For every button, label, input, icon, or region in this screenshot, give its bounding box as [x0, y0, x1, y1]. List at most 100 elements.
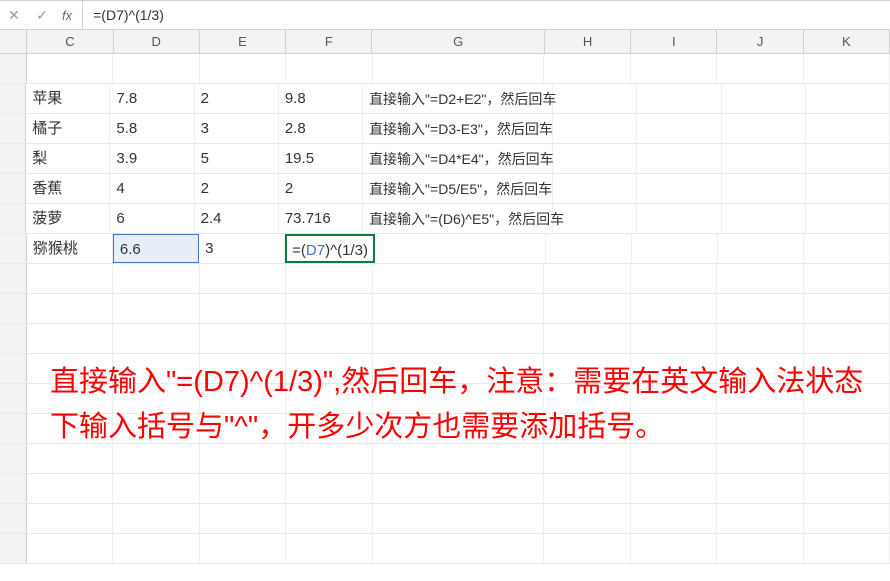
cell[interactable] — [804, 534, 890, 563]
row-header[interactable] — [0, 534, 27, 563]
cell[interactable] — [722, 84, 806, 113]
cell[interactable] — [286, 504, 372, 533]
cell[interactable]: 7.8 — [110, 84, 194, 113]
cell[interactable]: 3 — [195, 114, 279, 143]
cell[interactable]: 香蕉 — [26, 174, 110, 203]
cell[interactable] — [373, 324, 545, 353]
col-header-H[interactable]: H — [545, 30, 631, 53]
spreadsheet-grid[interactable]: C D E F G H I J K 苹果 7.8 2 9.8 — [0, 30, 890, 564]
cell[interactable] — [553, 144, 637, 173]
formula-input[interactable]: =(D7)^(1/3) — [83, 1, 890, 29]
cell[interactable]: 菠萝 — [26, 204, 110, 233]
cell[interactable] — [373, 294, 545, 323]
cell[interactable]: 2.4 — [195, 204, 279, 233]
cell[interactable] — [113, 324, 199, 353]
cell[interactable]: 2 — [195, 174, 279, 203]
row-header[interactable] — [0, 504, 27, 533]
cell[interactable] — [717, 534, 803, 563]
cell[interactable] — [804, 474, 890, 503]
cell[interactable]: 梨 — [26, 144, 110, 173]
cell[interactable] — [373, 264, 545, 293]
cell[interactable]: 直接输入"=D2+E2"，然后回车 — [363, 84, 553, 113]
cell[interactable] — [804, 54, 890, 83]
row-header[interactable] — [0, 384, 27, 413]
cell[interactable] — [27, 534, 113, 563]
cell[interactable] — [200, 534, 286, 563]
cancel-button[interactable]: ✕ — [0, 1, 28, 29]
cell[interactable] — [286, 264, 372, 293]
row-header[interactable] — [0, 264, 27, 293]
cell[interactable] — [286, 324, 372, 353]
cell[interactable]: 6 — [110, 204, 194, 233]
cell[interactable] — [27, 324, 113, 353]
row-header[interactable] — [0, 444, 27, 473]
cell[interactable] — [637, 84, 721, 113]
cell[interactable] — [373, 534, 545, 563]
cell[interactable]: 5.8 — [110, 114, 194, 143]
cell[interactable] — [717, 474, 803, 503]
cell[interactable] — [200, 54, 286, 83]
cell[interactable] — [113, 474, 199, 503]
cell[interactable]: 3 — [199, 234, 285, 263]
cell[interactable] — [373, 474, 545, 503]
cell[interactable] — [632, 234, 718, 263]
cell[interactable] — [637, 204, 721, 233]
cell[interactable] — [544, 294, 630, 323]
cell[interactable] — [717, 294, 803, 323]
cell[interactable] — [113, 54, 199, 83]
cell[interactable] — [113, 264, 199, 293]
cell[interactable] — [722, 174, 806, 203]
row-header[interactable] — [0, 54, 27, 83]
cell[interactable] — [200, 474, 286, 503]
cell[interactable] — [373, 54, 545, 83]
cell[interactable]: 直接输入"=(D6)^E5"，然后回车 — [363, 204, 553, 233]
cell[interactable] — [373, 504, 545, 533]
col-header-F[interactable]: F — [286, 30, 372, 53]
cell[interactable] — [631, 324, 717, 353]
cell[interactable] — [375, 234, 546, 263]
accept-button[interactable]: ✓ — [28, 1, 56, 29]
cell[interactable] — [631, 504, 717, 533]
row-header[interactable] — [0, 84, 26, 113]
cell[interactable]: 73.716 — [279, 204, 363, 233]
cell[interactable] — [544, 534, 630, 563]
cell[interactable] — [113, 504, 199, 533]
cell[interactable] — [631, 264, 717, 293]
cell[interactable] — [631, 474, 717, 503]
cell[interactable] — [631, 54, 717, 83]
col-header-J[interactable]: J — [717, 30, 803, 53]
cell[interactable]: 直接输入"=D4*E4"，然后回车 — [363, 144, 553, 173]
active-cell[interactable]: =(D7)^(1/3) — [285, 234, 375, 263]
cell[interactable]: 4 — [110, 174, 194, 203]
cell[interactable]: 2 — [195, 84, 279, 113]
cell[interactable] — [286, 474, 372, 503]
cell[interactable] — [806, 174, 890, 203]
row-header[interactable] — [0, 294, 27, 323]
cell[interactable]: 2 — [279, 174, 363, 203]
cell-referenced[interactable]: 6.6 — [113, 234, 199, 263]
row-header[interactable] — [0, 144, 26, 173]
cell[interactable] — [286, 294, 372, 323]
cell[interactable] — [717, 324, 803, 353]
cell[interactable]: 9.8 — [279, 84, 363, 113]
cell[interactable]: 猕猴桃 — [27, 234, 113, 263]
cell[interactable] — [717, 264, 803, 293]
cell[interactable]: 橘子 — [26, 114, 110, 143]
cell[interactable] — [286, 534, 372, 563]
cell[interactable] — [27, 54, 113, 83]
cell[interactable] — [631, 534, 717, 563]
cell[interactable] — [806, 114, 890, 143]
cell[interactable] — [544, 474, 630, 503]
cell[interactable] — [637, 144, 721, 173]
cell[interactable] — [804, 234, 890, 263]
cell[interactable] — [546, 234, 632, 263]
cell[interactable] — [722, 204, 806, 233]
cell[interactable] — [553, 204, 637, 233]
cell[interactable] — [631, 294, 717, 323]
cell[interactable] — [286, 54, 372, 83]
select-all-corner[interactable] — [0, 30, 27, 53]
cell[interactable]: 3.9 — [110, 144, 194, 173]
col-header-G[interactable]: G — [372, 30, 544, 53]
row-header[interactable] — [0, 234, 27, 263]
row-header[interactable] — [0, 204, 26, 233]
